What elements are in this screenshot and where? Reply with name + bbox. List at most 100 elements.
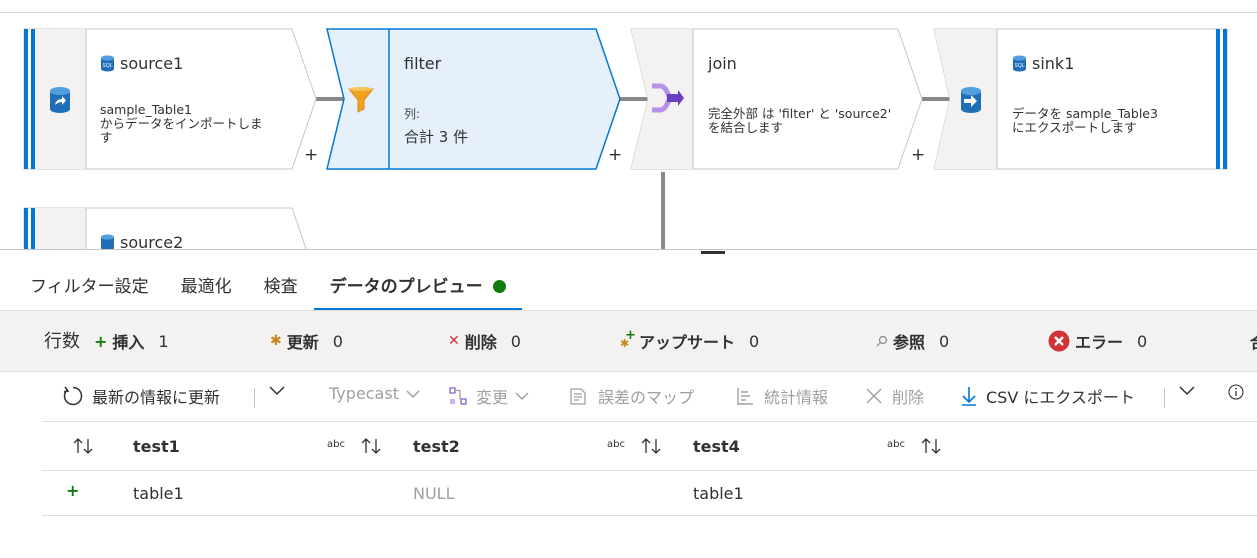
remove-label: 削除 <box>892 388 925 407</box>
filter-text: filter 列: 合計 3 件 <box>404 54 594 147</box>
filter-desc-label: 列: <box>404 107 421 121</box>
sort-icon[interactable] <box>640 436 662 456</box>
statistics-label: 統計情報 <box>764 388 829 407</box>
error-icon <box>1048 330 1070 352</box>
sink1-title: sink1 <box>1032 54 1075 73</box>
stat-lookup-value: 0 <box>939 331 950 351</box>
error-map-button[interactable]: 誤差のマップ <box>568 384 694 408</box>
stat-upsert: + ✱ アップサート 0 <box>620 328 760 353</box>
source2-title: source2 <box>120 233 184 250</box>
source1-title: source1 <box>120 54 184 73</box>
tab-optimize[interactable]: 最適化 <box>165 256 248 310</box>
pipeline-canvas[interactable]: SQL source1 sample_Table1 からデータをインポートしま … <box>0 0 1257 250</box>
tab-label: フィルター設定 <box>30 277 149 297</box>
table-row[interactable]: + table1 NULL table1 <box>42 472 1257 516</box>
refresh-options-dropdown[interactable] <box>268 384 294 396</box>
stat-insert: + 挿入 1 <box>94 329 169 353</box>
source1-desc-line1: sample_Table1 <box>100 102 192 117</box>
source1-add-button[interactable]: + <box>304 147 318 164</box>
svg-text:SQL: SQL <box>102 63 112 69</box>
modify-button[interactable]: 変更 <box>448 384 538 408</box>
sql-database-icon <box>101 234 114 250</box>
statistics-button[interactable]: 統計情報 <box>734 384 828 408</box>
sort-icon[interactable] <box>72 436 94 456</box>
database-export-icon <box>961 87 981 113</box>
rows-label: 行数 <box>44 331 80 352</box>
database-import-icon <box>50 87 70 113</box>
tab-label: 検査 <box>263 277 298 297</box>
tab-label: 最適化 <box>180 277 232 297</box>
stat-insert-label: 挿入 <box>112 333 145 352</box>
panel-splitter[interactable] <box>0 249 1257 250</box>
chevron-down-icon <box>1179 386 1195 396</box>
filter-add-button[interactable]: + <box>608 147 622 164</box>
export-csv-button[interactable]: CSV にエクスポート <box>960 384 1135 408</box>
export-options-dropdown[interactable] <box>1178 384 1204 396</box>
modify-label: 変更 <box>476 388 509 407</box>
svg-text:SQL: SQL <box>1014 63 1024 69</box>
stat-upsert-label: アップサート <box>639 333 736 352</box>
stat-delete-value: 0 <box>510 331 521 351</box>
x-icon: ✕ <box>448 333 460 349</box>
column-header-test1[interactable]: test1 <box>133 437 180 456</box>
info-icon <box>1228 384 1244 400</box>
join-title: join <box>708 54 737 73</box>
source1-desc-line3: す <box>100 130 113 145</box>
stat-insert-value: 1 <box>158 331 169 351</box>
download-icon <box>962 387 976 406</box>
stat-error-value: 0 <box>1137 331 1148 351</box>
column-header-test2[interactable]: test2 <box>413 437 460 456</box>
sink1-text: SQL sink1 データを sample_Table3 にエクスポートします <box>1012 54 1212 135</box>
sink1-desc-line1: データを sample_Table3 <box>1012 106 1158 121</box>
splitter-handle[interactable] <box>701 251 725 254</box>
search-icon <box>876 335 888 347</box>
sql-database-icon: SQL <box>1013 55 1026 72</box>
stat-upsert-value: 0 <box>749 331 760 351</box>
sql-database-icon: SQL <box>101 55 114 72</box>
refresh-button[interactable]: 最新の情報に更新 <box>62 384 220 408</box>
plus-icon: + <box>94 331 108 351</box>
source2-text: source2 <box>100 233 290 250</box>
stat-update: ✱ 更新 0 <box>270 329 343 353</box>
join-add-button[interactable]: + <box>911 147 925 164</box>
funnel-icon <box>347 87 375 113</box>
tab-label: データのプレビュー <box>329 277 483 297</box>
stat-total-cutoff: 合 <box>1250 329 1257 353</box>
grid-header: test1 abc test2 abc test4 abc <box>42 421 1257 471</box>
error-map-label: 誤差のマップ <box>598 388 695 407</box>
remove-button[interactable]: 削除 <box>864 384 924 408</box>
row-insert-marker: + <box>66 481 80 500</box>
info-button[interactable] <box>1228 384 1252 400</box>
stat-lookup-label: 参照 <box>893 333 926 352</box>
join-desc-line1: 完全外部 は 'filter' と 'source2' <box>708 106 892 121</box>
cell-test1: table1 <box>133 484 184 503</box>
row-stats-bar: 行数 + 挿入 1 ✱ 更新 0 ✕ 削除 0 + ✱ アップサート 0 参照 … <box>0 310 1257 372</box>
column-header-test4[interactable]: test4 <box>693 437 740 456</box>
tab-data-preview[interactable]: データのプレビュー <box>313 256 522 311</box>
status-ok-icon <box>492 280 506 293</box>
sort-icon[interactable] <box>360 436 382 456</box>
close-icon <box>866 388 882 404</box>
preview-toolbar: 最新の情報に更新 Typecast 変更 誤差のマップ 統計情報 削除 CSV … <box>0 374 1257 420</box>
tab-filter-settings[interactable]: フィルター設定 <box>14 256 165 310</box>
modify-columns-icon <box>449 387 467 405</box>
stat-error-label: エラー <box>1075 333 1124 352</box>
chevron-down-icon <box>515 392 529 401</box>
chevron-down-icon <box>269 386 285 396</box>
toolbar-separator <box>254 388 255 408</box>
sort-icon[interactable] <box>920 436 942 456</box>
export-csv-label: CSV にエクスポート <box>986 388 1135 407</box>
stat-delete-label: 削除 <box>464 333 497 352</box>
filter-title: filter <box>404 54 442 73</box>
stat-update-label: 更新 <box>286 333 319 352</box>
source1-desc-line2: からデータをインポートしま <box>100 116 263 131</box>
cell-test2: NULL <box>413 484 455 503</box>
typecast-button[interactable]: Typecast <box>329 384 429 403</box>
typecast-label: Typecast <box>329 384 399 403</box>
tab-inspect[interactable]: 検査 <box>248 256 314 310</box>
toolbar-separator <box>1164 388 1165 408</box>
stat-delete: ✕ 削除 0 <box>448 329 521 353</box>
sink1-desc-line2: にエクスポートします <box>1012 120 1137 135</box>
stat-update-value: 0 <box>332 331 343 351</box>
string-type-icon: abc <box>887 439 905 450</box>
